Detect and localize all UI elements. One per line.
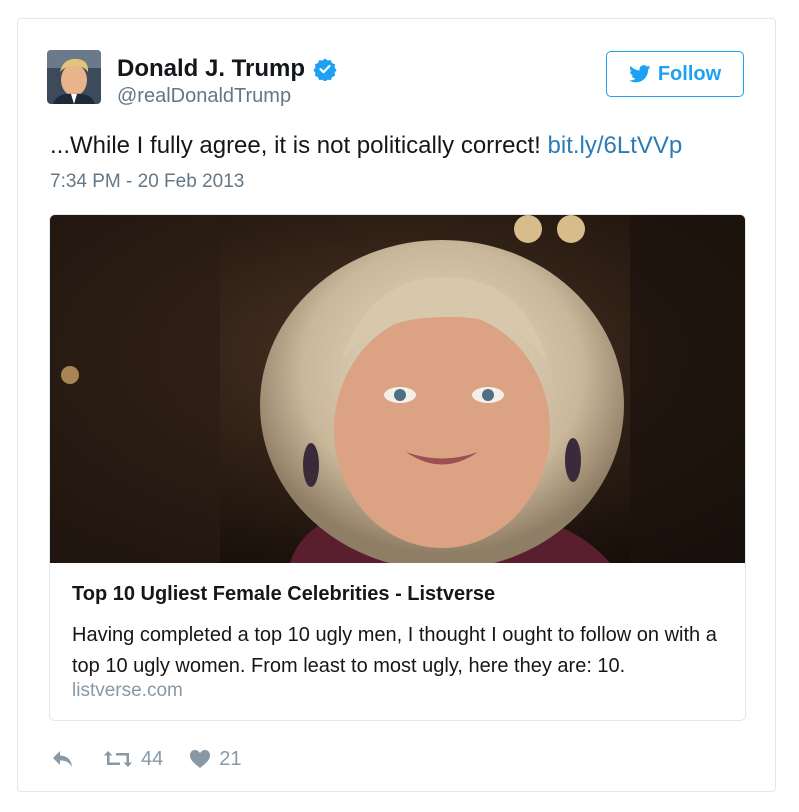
tweet-timestamp[interactable]: 7:34 PM - 20 Feb 2013 (50, 171, 244, 193)
avatar[interactable] (47, 50, 101, 104)
retweet-button[interactable]: 44 (103, 748, 163, 771)
tweet-body: ...While I fully agree, it is not politi… (50, 132, 548, 159)
tweet-text: ...While I fully agree, it is not politi… (50, 132, 682, 160)
link-card[interactable]: Top 10 Ugliest Female Celebrities - List… (49, 214, 746, 721)
tweet-actions: 44 21 (51, 745, 242, 773)
retweet-icon (104, 751, 132, 767)
author-name-row: Donald J. Trump (117, 55, 337, 83)
card-domain: listverse.com (72, 680, 183, 701)
heart-icon (190, 750, 211, 768)
retweet-count: 44 (141, 747, 164, 770)
follow-button-label: Follow (657, 62, 722, 85)
verified-badge-icon (313, 58, 337, 81)
author-name[interactable]: Donald J. Trump (117, 55, 305, 83)
reply-button[interactable] (51, 749, 75, 769)
card-description: Having completed a top 10 ugly men, I th… (72, 624, 717, 677)
author-handle[interactable]: @realDonaldTrump (117, 85, 291, 108)
card-image (50, 215, 745, 563)
like-count: 21 (219, 747, 242, 770)
follow-button[interactable]: Follow (606, 51, 744, 97)
tweet-embed: Donald J. Trump @realDonaldTrump Follow … (17, 18, 776, 792)
tweet-link[interactable]: bit.ly/6LtVVp (548, 132, 683, 159)
twitter-bird-icon (628, 65, 651, 83)
reply-icon (53, 751, 72, 767)
card-title: Top 10 Ugliest Female Celebrities - List… (72, 583, 496, 605)
like-button[interactable]: 21 (189, 747, 242, 771)
